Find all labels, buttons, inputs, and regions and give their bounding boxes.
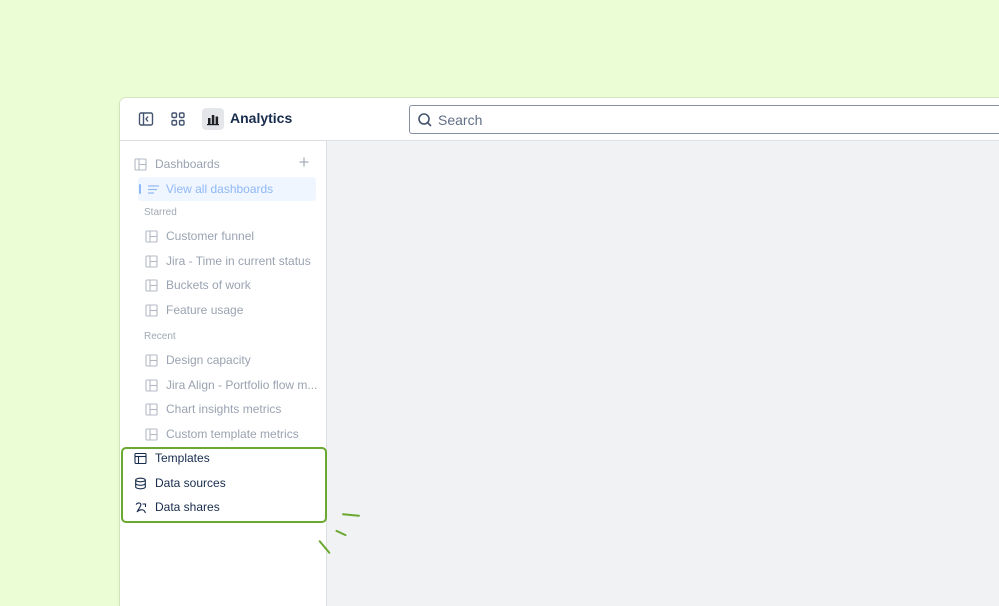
view-all-label: View all dashboards xyxy=(166,182,274,196)
starred-dashboard-item[interactable]: Customer funnel xyxy=(145,225,254,247)
dashboard-icon xyxy=(145,303,158,317)
app-switcher-icon xyxy=(171,112,185,126)
add-dashboard-icon[interactable] xyxy=(297,155,311,169)
sidebar: Dashboards View all dashboards Starred C… xyxy=(120,141,327,606)
dashboard-label: Custom template metrics xyxy=(166,427,299,441)
app-title: Analytics xyxy=(230,110,293,126)
recent-dashboard-item[interactable]: Chart insights metrics xyxy=(145,398,281,420)
sidebar-item-label: Data shares xyxy=(155,500,220,514)
dashboard-label: Customer funnel xyxy=(166,229,255,243)
templates-icon xyxy=(134,452,147,465)
sidebar-toggle-button[interactable] xyxy=(135,108,157,130)
dashboard-icon xyxy=(145,353,158,367)
dashboard-label: Buckets of work xyxy=(166,278,251,292)
sidebar-item-label: Data sources xyxy=(155,476,226,490)
main-content-area xyxy=(327,141,999,606)
sidebar-item-data-sources[interactable]: Data sources xyxy=(134,472,226,494)
dashboard-icon xyxy=(145,378,158,392)
recent-section-label: Recent xyxy=(144,331,176,342)
dashboard-icon xyxy=(145,254,158,268)
list-icon xyxy=(147,183,160,196)
dashboard-label: Chart insights metrics xyxy=(166,402,282,416)
selection-indicator xyxy=(139,184,141,194)
dashboard-icon xyxy=(145,427,158,441)
dashboard-icon xyxy=(145,229,158,243)
search-input[interactable] xyxy=(438,111,958,128)
dashboard-icon xyxy=(134,157,147,171)
recent-dashboard-item[interactable]: Jira Align - Portfolio flow m... xyxy=(145,374,317,396)
sidebar-item-label: Templates xyxy=(155,451,210,465)
dashboard-label: Design capacity xyxy=(166,353,251,367)
search-box[interactable] xyxy=(409,105,999,134)
dashboard-label: Feature usage xyxy=(166,303,244,317)
starred-dashboard-item[interactable]: Jira - Time in current status xyxy=(145,250,311,272)
starred-dashboard-item[interactable]: Feature usage xyxy=(145,299,243,321)
search-icon xyxy=(417,112,433,128)
dashboard-icon xyxy=(145,402,158,416)
sidebar-item-view-all-dashboards[interactable]: View all dashboards xyxy=(138,177,316,201)
sidebar-item-data-shares[interactable]: Data shares xyxy=(134,496,220,518)
database-icon xyxy=(134,477,147,490)
analytics-app-logo[interactable] xyxy=(202,108,224,130)
recent-dashboard-item[interactable]: Custom template metrics xyxy=(145,423,299,445)
sidebar-toggle-icon xyxy=(138,112,154,126)
dashboard-icon xyxy=(145,278,158,292)
top-navigation-bar: Analytics xyxy=(120,98,999,141)
starred-section-label: Starred xyxy=(144,207,177,218)
app-window: Analytics Dashboards V xyxy=(120,98,999,606)
recent-dashboard-item[interactable]: Design capacity xyxy=(145,349,251,371)
starred-dashboard-item[interactable]: Buckets of work xyxy=(145,274,251,296)
sidebar-item-label: Dashboards xyxy=(155,157,220,171)
dashboard-label: Jira - Time in current status xyxy=(166,254,311,268)
data-shares-icon xyxy=(134,501,147,514)
sidebar-item-templates[interactable]: Templates xyxy=(134,447,210,469)
sidebar-item-dashboards[interactable]: Dashboards xyxy=(134,153,220,175)
dashboard-label: Jira Align - Portfolio flow m... xyxy=(166,378,318,392)
analytics-logo-icon xyxy=(207,115,219,126)
app-switcher-button[interactable] xyxy=(167,108,189,130)
